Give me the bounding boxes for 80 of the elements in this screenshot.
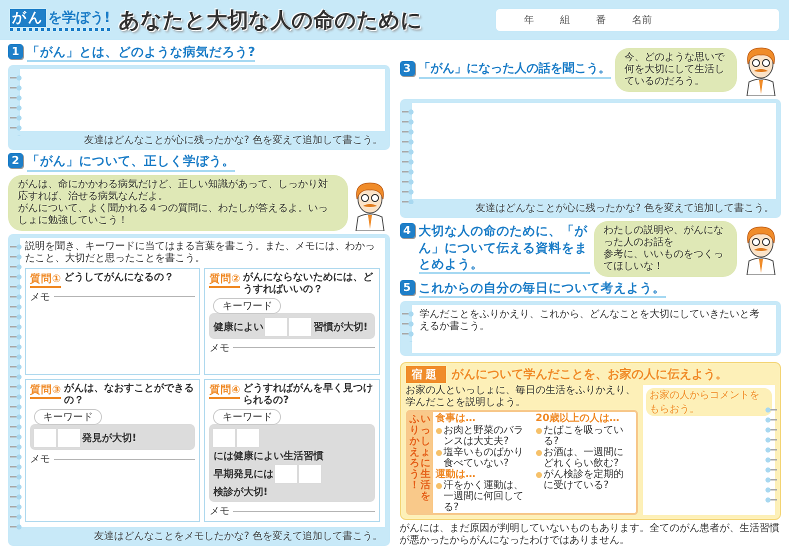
checklist-item: お肉と野菜のバランスは大丈夫? <box>444 424 524 446</box>
name-entry-panel[interactable]: 年 組 番 名前 <box>496 9 779 31</box>
checklist-item: 塩辛いものばかり食べていない? <box>444 446 524 468</box>
speech-text: がんは、命にかかわる病気だけど、正しい知識があって、しっかり対応すれば、治せる病気なんだよ。 <box>18 178 329 202</box>
bullet-icon <box>536 428 542 434</box>
keyword-tag: キーワード <box>213 298 282 314</box>
memo-label: メモ <box>209 505 230 518</box>
bullet-icon <box>436 450 442 456</box>
bullet-icon <box>536 472 542 478</box>
section-number: 5 <box>400 280 414 295</box>
memo-label: メモ <box>209 342 230 354</box>
keyword-text: 早期発見には <box>213 468 274 481</box>
footnote: がんには、まだ原因が判明していないものもあります。全てのがん患者が、生活習慣が悪かったからがんになったわけではありません。 <box>400 523 780 546</box>
speech-text: がんについて、よく聞かれる４つの質問に、わたしが答えるよ。いっしょに勉強していこう！ <box>18 202 329 226</box>
instruction-text: 説明を聞き、キーワードに当てはまる言葉を書こう。また、メモには、わかったこと、大切だと思ったことを書こう。 <box>25 240 376 264</box>
vertical-label: ふりかえろう！ <box>410 414 420 493</box>
question-label: 質問① <box>30 272 61 288</box>
homework-instruction: お家の人といっしょに、毎日の生活をふりかえり、学んだことを説明しよう。 <box>406 385 636 408</box>
field-label: 年 <box>524 14 534 27</box>
checklist-item: 汗をかく運動は、一週間に何回してる? <box>444 480 524 513</box>
section-heading: 「がん」になった人の話を聞こう。 <box>418 61 610 79</box>
question-text: がんにならないためには、どうすればいいの？ <box>243 272 374 296</box>
page-title: あなたと大切な人の命のために <box>118 7 422 34</box>
memo-label: メモ <box>30 453 50 466</box>
footer-note: 友達はどんなことが心に残ったかな? 色を変えて追加して書こう。 <box>83 134 384 148</box>
footer-note: 友達はどんなことをメモしたかな? 色を変えて追加して書こう。 <box>93 530 384 543</box>
vertical-label: いっしょに生活を <box>420 414 430 504</box>
speech-text: 今、どのような思いで <box>624 52 726 64</box>
fill-in-box[interactable] <box>289 318 312 336</box>
keyword-text: 発見が大切! <box>82 432 137 445</box>
fill-in-box[interactable] <box>58 429 80 447</box>
speech-text: わたしの説明や、がんになった人のお話を <box>604 224 724 248</box>
checklist-item: お酒は、一週間にどれくらい飲む? <box>544 446 624 468</box>
checklist-heading: 運動は… <box>436 468 476 480</box>
section-heading: 「がん」とは、どのような病気だろう? <box>27 44 256 62</box>
section-number: 3 <box>400 61 414 76</box>
keyword-text: 検診が大切! <box>213 486 268 499</box>
question-label: 質問② <box>209 272 240 288</box>
section-heading: 大切な人の命のために、「がん」について伝える資料をまとめよう。 <box>418 223 590 274</box>
question-label: 質問④ <box>209 383 240 399</box>
homework-title: がんについて学んだことを、お家の人に伝えよう。 <box>452 366 728 383</box>
keyword-text: 習慣が大切! <box>313 320 368 334</box>
section-heading: 「がん」について、正しく学ぼう。 <box>27 153 235 172</box>
logo-mark: がん <box>10 9 46 27</box>
section-number: 4 <box>400 223 414 238</box>
section-heading: これからの自分の毎日について考えよう。 <box>418 280 666 298</box>
logo-text: を学ぼう! <box>48 9 110 27</box>
keyword-tag: キーワード <box>213 409 282 425</box>
bullet-icon <box>436 483 442 489</box>
prompt-text: 学んだことをふりかえり、これから、どんなことを大切にしていきたいと考えるか書こう。 <box>420 309 760 333</box>
fill-in-box[interactable] <box>237 429 260 447</box>
checklist-item: がん検診を定期的に受けている? <box>544 468 624 490</box>
checklist-item: たばこを吸っている? <box>544 424 624 446</box>
field-label: 組 <box>560 14 570 27</box>
section-number: 2 <box>8 153 23 168</box>
field-label: 名前 <box>632 14 652 27</box>
checklist-heading: 20歳以上の人は… <box>536 413 620 424</box>
bullet-icon <box>436 428 442 434</box>
keyword-tag: キーワード <box>34 409 102 425</box>
checklist-heading: 食事は… <box>436 413 476 424</box>
keyword-text: には健康によい生活習慣 <box>213 450 324 463</box>
bullet-icon <box>536 450 542 456</box>
section-number: 1 <box>8 44 23 59</box>
memo-label: メモ <box>30 290 50 304</box>
speech-text: 参考に、いいものをつくってほしいな！ <box>604 248 724 273</box>
fill-in-box[interactable] <box>265 318 288 336</box>
question-text: どうしてがんになるの？ <box>64 272 174 284</box>
fill-in-box[interactable] <box>299 465 322 483</box>
footer-note: 友達はどんなことが心に残ったかな? 色を変えて追加して書こう。 <box>474 202 775 215</box>
question-label: 質問③ <box>30 383 61 399</box>
comment-prompt: お家の人からコメントをもらおう。 <box>646 388 772 416</box>
question-text: どうすればがんを早く見つけられるの? <box>243 383 374 407</box>
fill-in-box[interactable] <box>34 429 56 447</box>
fill-in-box[interactable] <box>213 429 236 447</box>
keyword-text: 健康によい <box>213 320 264 334</box>
field-label: 番 <box>596 14 606 27</box>
question-text: がんは、なおすことができるの？ <box>64 383 195 407</box>
homework-badge: 宿題 <box>406 366 446 383</box>
speech-text: 何を大切にして生活しているのだろう。 <box>624 64 726 88</box>
fill-in-box[interactable] <box>275 465 298 483</box>
